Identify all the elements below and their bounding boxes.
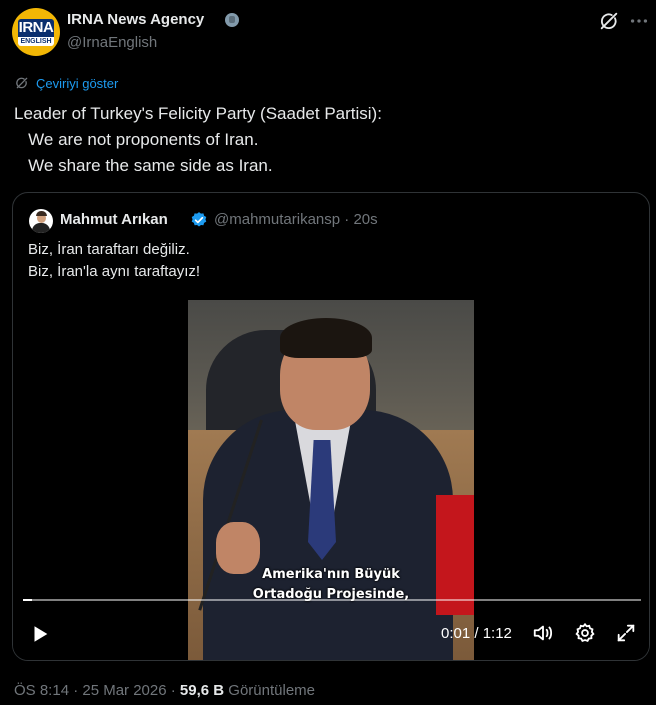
views-count: 59,6 B bbox=[179, 682, 225, 699]
tweet-text: Leader of Turkey's Felicity Party (Saade… bbox=[14, 104, 382, 175]
more-icon[interactable] bbox=[628, 10, 650, 32]
avatar-logo-text: IRNA bbox=[18, 18, 54, 37]
quote-handle-time[interactable]: @mahmutarikansp · 20s bbox=[214, 211, 378, 228]
volume-icon[interactable] bbox=[532, 622, 554, 644]
settings-icon[interactable] bbox=[574, 622, 596, 644]
author-avatar[interactable]: IRNA ENGLISH bbox=[12, 8, 60, 56]
video-time: 0:01 / 1:12 bbox=[441, 625, 512, 642]
tweet-meta: ÖS 8:14 · 25 Mar 2026 · 59,6 B Görüntüle… bbox=[14, 682, 315, 699]
video-frame[interactable]: Amerika'nın Büyük Ortadoğu Projesinde, bbox=[188, 300, 474, 660]
tweet-timestamp[interactable]: ÖS 8:14 · 25 Mar 2026 · bbox=[14, 682, 180, 699]
views-label: Görüntüleme bbox=[224, 682, 316, 699]
quoted-tweet[interactable]: Mahmut Arıkan @mahmutarikansp · 20s Biz,… bbox=[12, 192, 650, 661]
verified-icon[interactable] bbox=[190, 211, 208, 229]
government-badge-icon[interactable] bbox=[225, 13, 239, 27]
author-name[interactable]: IRNA News Agency bbox=[67, 11, 204, 28]
video-progress-bar[interactable] bbox=[23, 599, 641, 601]
play-icon[interactable] bbox=[29, 623, 51, 645]
author-handle[interactable]: @IrnaEnglish bbox=[67, 34, 157, 51]
video-progress-fill bbox=[23, 599, 32, 601]
quote-text: Biz, İran taraftarı değiliz. Biz, İran'l… bbox=[28, 241, 201, 280]
translate-icon bbox=[16, 77, 28, 89]
fullscreen-icon[interactable] bbox=[615, 622, 637, 644]
quote-avatar[interactable] bbox=[29, 209, 53, 233]
grok-icon[interactable] bbox=[598, 10, 620, 32]
translate-label[interactable]: Çeviriyi göster bbox=[36, 76, 118, 91]
avatar-logo-subtext: ENGLISH bbox=[18, 36, 54, 46]
quote-author-name[interactable]: Mahmut Arıkan bbox=[60, 211, 168, 228]
translate-link[interactable]: Çeviriyi göster bbox=[14, 75, 118, 91]
video-player[interactable]: Amerika'nın Büyük Ortadoğu Projesinde, 0… bbox=[13, 300, 649, 660]
